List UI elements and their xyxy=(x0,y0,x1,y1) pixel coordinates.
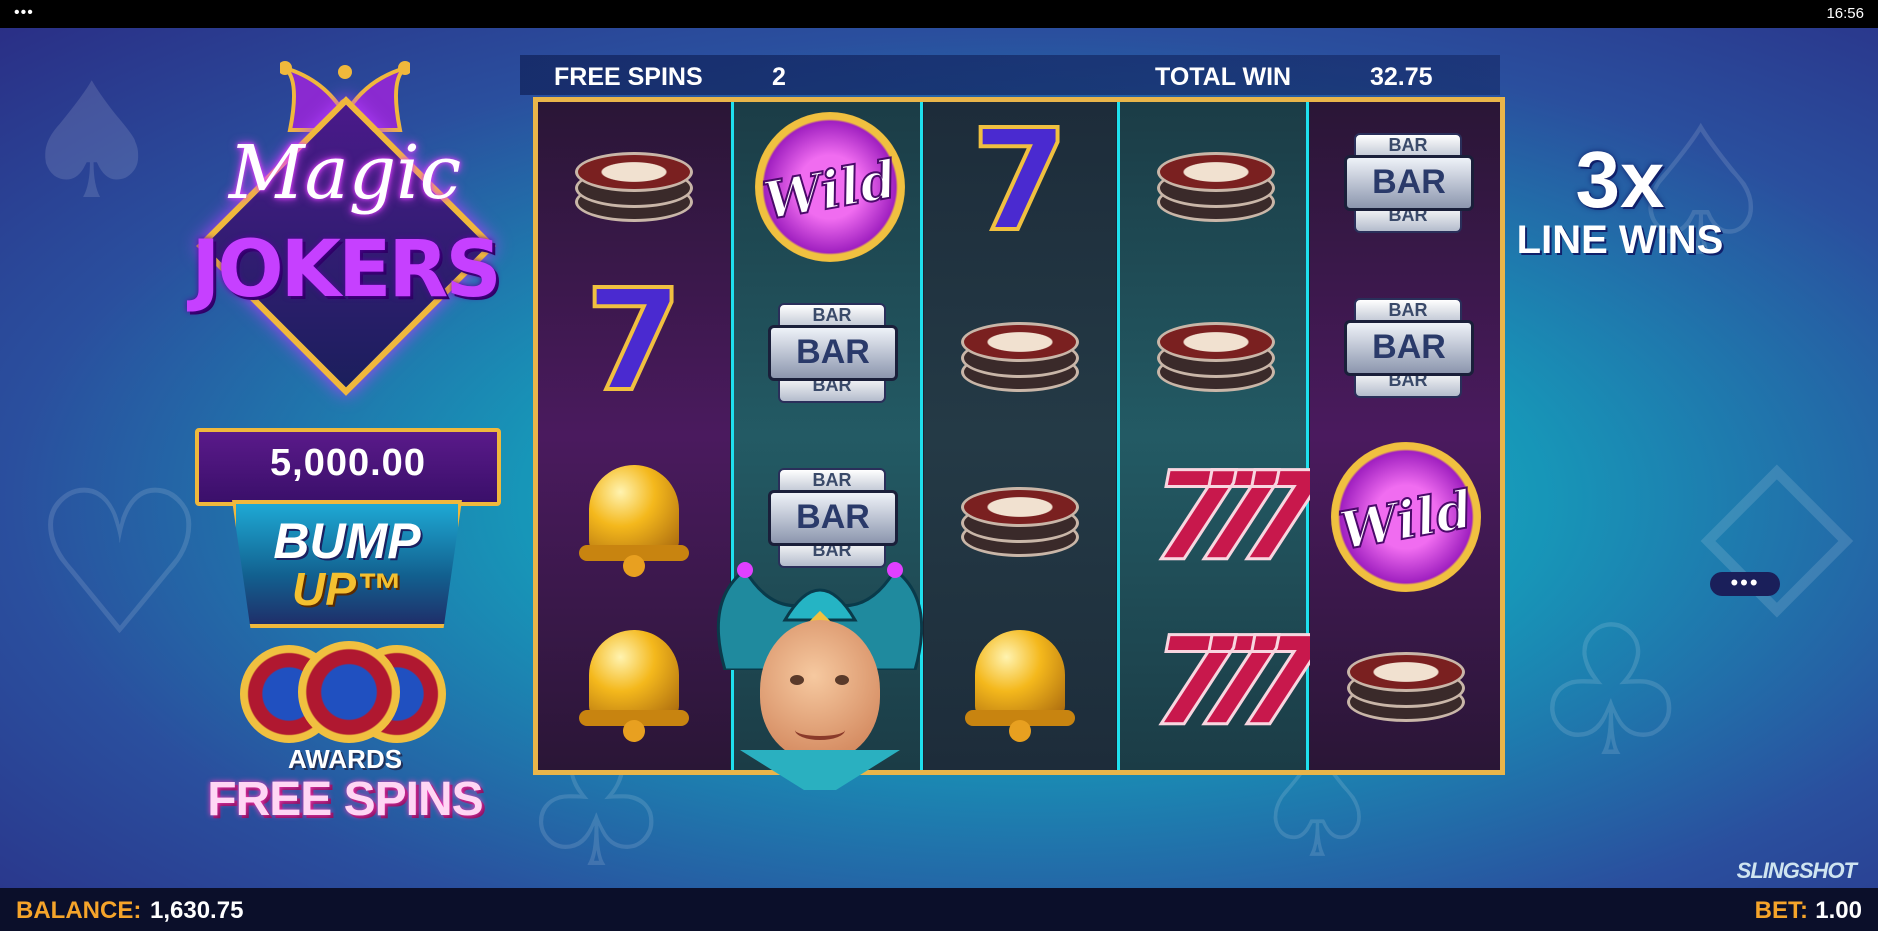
wild-icon: Wild xyxy=(755,112,905,262)
wild-text: Wild xyxy=(758,148,902,233)
bar-symbol: BAR BAR BAR xyxy=(740,272,920,432)
wild-text: Wild xyxy=(1334,478,1478,563)
heart-bg-icon: ♡ xyxy=(30,448,210,681)
chip-symbol xyxy=(1126,102,1306,262)
reel-1: 7 xyxy=(538,102,730,770)
window-menu-dots[interactable]: ••• xyxy=(14,4,34,22)
bar-symbol: BAR BAR BAR xyxy=(1316,267,1496,427)
bell-icon xyxy=(579,457,689,577)
wild-symbol: Wild xyxy=(740,107,920,267)
scatter-coins xyxy=(240,641,450,745)
poker-chip-icon xyxy=(1347,642,1465,722)
scatter-coin-icon xyxy=(298,641,400,743)
triple-seven-icon: 777 xyxy=(1150,446,1324,588)
joker-character xyxy=(705,560,935,810)
reel-4: 777 777 xyxy=(1117,102,1324,770)
status-bar: ••• 16:56 xyxy=(0,0,1878,28)
bar-icon: BAR BAR BAR xyxy=(768,468,898,568)
bet-value[interactable]: 1.00 xyxy=(1815,897,1862,925)
seven-blue-icon: 7 xyxy=(583,260,684,423)
total-win-value: 32.75 xyxy=(1370,63,1433,91)
bar-icon: BAR BAR BAR xyxy=(1344,133,1474,233)
total-win-label: TOTAL WIN xyxy=(1155,63,1292,91)
reel-5: BAR BAR BAR BAR BAR BAR Wild xyxy=(1310,102,1500,770)
bell-icon xyxy=(965,622,1075,742)
seven-symbol: 7 xyxy=(930,102,1110,262)
joker-collar xyxy=(740,750,900,790)
bump-up-badge: BUMP UP™ xyxy=(232,500,462,628)
triple-seven-symbol: 777 xyxy=(1126,437,1324,597)
seven-symbol: 7 xyxy=(544,262,724,422)
triple-seven-icon: 777 xyxy=(1150,611,1324,753)
bell-symbol xyxy=(544,602,724,762)
multiplier-label: LINE WINS xyxy=(1516,218,1724,262)
club-bg-icon: ♧ xyxy=(1530,588,1692,797)
bar-icon: BAR BAR BAR xyxy=(768,303,898,403)
jackpot-value: 5,000.00 xyxy=(270,442,426,484)
bar-icon: BAR BAR BAR xyxy=(1344,298,1474,398)
chip-symbol xyxy=(930,437,1110,597)
seven-blue-icon: 7 xyxy=(969,100,1070,263)
game-logo: Magic JOKERS xyxy=(170,60,520,405)
free-spins-header: FREE SPINS 2 TOTAL WIN 32.75 xyxy=(520,55,1500,95)
poker-chip-icon xyxy=(961,312,1079,392)
multiplier-value: 3x xyxy=(1575,135,1665,224)
poker-chip-icon xyxy=(575,142,693,222)
awards-free-spins: FREE SPINS xyxy=(207,773,483,826)
bell-icon xyxy=(579,622,689,742)
wild-icon: Wild xyxy=(1331,442,1481,592)
provider-logo: SLINGSHOT xyxy=(1736,858,1857,883)
logo-magic: Magic xyxy=(228,130,462,216)
bet-label: BET: xyxy=(1754,897,1808,924)
chip-symbol xyxy=(544,102,724,262)
chip-symbol xyxy=(930,272,1110,432)
jackpot-display: 5,000.00 xyxy=(195,428,501,506)
joker-face xyxy=(760,620,880,760)
free-spins-label: FREE SPINS xyxy=(554,63,703,91)
bump-up-line2: UP™ xyxy=(292,563,402,615)
awards-label: AWARDS xyxy=(287,744,403,774)
free-spins-count: 2 xyxy=(772,63,786,91)
reel-3: 7 xyxy=(924,102,1116,770)
poker-chip-icon xyxy=(1157,312,1275,392)
poker-chip-icon xyxy=(961,477,1079,557)
spade-bg-icon: ♠ xyxy=(20,48,164,235)
more-options-button[interactable]: ••• xyxy=(1710,572,1780,596)
clock: 16:56 xyxy=(1826,5,1864,22)
chip-symbol xyxy=(1126,272,1306,432)
footer-bar: BALANCE: 1,630.75 BET: 1.00 xyxy=(0,888,1878,931)
triple-seven-symbol: 777 xyxy=(1126,602,1324,762)
poker-chip-icon xyxy=(1157,142,1275,222)
balance-label: BALANCE: xyxy=(16,897,142,924)
bar-symbol: BAR BAR BAR xyxy=(1316,102,1496,262)
logo-jokers: JOKERS xyxy=(191,225,501,315)
diamond-bg-icon: ◇ xyxy=(1700,408,1854,641)
bell-symbol xyxy=(930,602,1110,762)
wild-symbol: Wild xyxy=(1316,437,1496,597)
balance-value: 1,630.75 xyxy=(150,897,244,924)
reel-grid: 7 Wild BAR BAR BAR BAR BAR BAR 7 777 777… xyxy=(533,97,1505,775)
chip-symbol xyxy=(1316,602,1496,762)
bell-symbol xyxy=(544,437,724,597)
